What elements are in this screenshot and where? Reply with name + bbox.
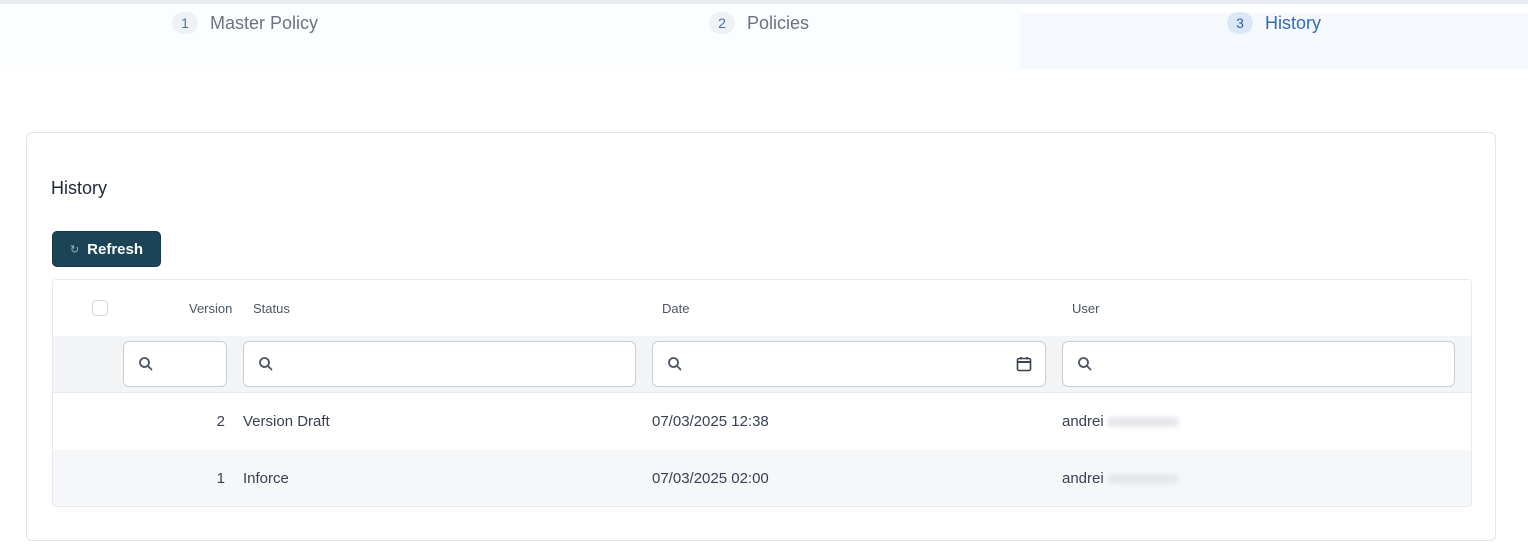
refresh-button-label: Refresh — [87, 240, 144, 258]
cell-date: 07/03/2025 12:38 — [652, 413, 769, 430]
table-header: Version Status Date User — [53, 280, 1471, 336]
card-title: History — [51, 178, 108, 198]
step-label: Master Policy — [210, 12, 319, 33]
step-label: Policies — [747, 12, 810, 33]
redacted-text — [1106, 417, 1179, 428]
user-filter-input[interactable] — [1062, 341, 1455, 387]
refresh-button[interactable]: ↻ Refresh — [52, 231, 161, 267]
column-header-user[interactable]: User — [1072, 301, 1099, 316]
cell-status: Inforce — [243, 470, 289, 487]
column-header-status[interactable]: Status — [253, 301, 290, 316]
search-icon — [1078, 357, 1092, 371]
search-icon — [259, 357, 273, 371]
stepper: 1 Master Policy 2 Policies 3 History — [0, 4, 1528, 70]
filter-row — [53, 336, 1471, 393]
step-policies[interactable]: 2 Policies — [510, 4, 1020, 70]
step-master-policy[interactable]: 1 Master Policy — [0, 4, 510, 70]
cell-version: 2 — [216, 413, 225, 430]
history-card: History ↻ Refresh Version Status Date Us… — [26, 132, 1496, 541]
cell-user: andrei — [1062, 470, 1179, 487]
calendar-icon[interactable] — [1015, 355, 1033, 373]
search-icon — [139, 357, 153, 371]
step-label: History — [1265, 12, 1322, 33]
step-history[interactable]: 3 History — [1020, 12, 1528, 70]
cell-status: Version Draft — [243, 413, 330, 430]
select-all-checkbox[interactable] — [92, 300, 108, 316]
table-row[interactable]: 2 Version Draft 07/03/2025 12:38 andrei — [53, 393, 1471, 449]
table-row[interactable]: 1 Inforce 07/03/2025 02:00 andrei — [53, 450, 1471, 506]
version-filter-input[interactable] — [123, 341, 227, 387]
redacted-text — [1106, 474, 1179, 485]
refresh-icon: ↻ — [69, 243, 80, 256]
cell-user: andrei — [1062, 413, 1179, 430]
history-table: Version Status Date User 2 Version Draft — [52, 279, 1472, 507]
user-name: andrei — [1062, 470, 1104, 487]
cell-version: 1 — [216, 470, 225, 487]
column-header-date[interactable]: Date — [662, 301, 689, 316]
cell-date: 07/03/2025 02:00 — [652, 470, 769, 487]
status-filter-input[interactable] — [243, 341, 636, 387]
step-number: 3 — [1227, 12, 1253, 34]
search-icon — [668, 357, 682, 371]
step-number: 1 — [172, 12, 198, 34]
column-header-version[interactable]: Version — [189, 301, 232, 316]
step-number: 2 — [709, 12, 735, 34]
date-filter-input[interactable] — [652, 341, 1046, 387]
user-name: andrei — [1062, 413, 1104, 430]
